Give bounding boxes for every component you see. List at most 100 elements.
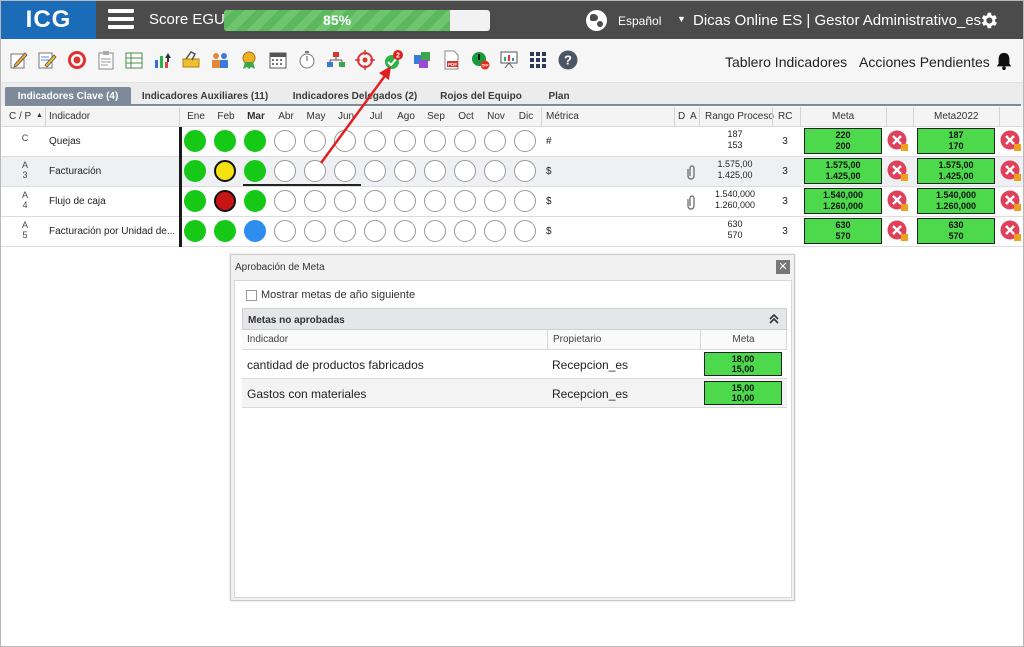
status-circle-mar[interactable] [244, 130, 266, 152]
col-meta[interactable]: Meta [701, 330, 787, 350]
status-circle-jun[interactable] [334, 130, 356, 152]
status-circle-sep[interactable] [424, 190, 446, 212]
puzzle-icon[interactable] [412, 50, 432, 70]
grid-icon[interactable] [528, 50, 548, 70]
caret-down-icon[interactable]: ▼ [677, 14, 686, 24]
status-circle-nov[interactable] [484, 220, 506, 242]
col-meta[interactable]: Meta [832, 111, 854, 122]
status-circle-dic[interactable] [514, 130, 536, 152]
help-icon[interactable]: ? [558, 50, 578, 70]
col-month-jun[interactable]: Jun [334, 111, 358, 122]
reject-icon[interactable] [887, 220, 909, 242]
logo[interactable]: ICG [1, 1, 96, 39]
award-icon[interactable] [239, 50, 259, 70]
status-circle-mar[interactable] [244, 190, 266, 212]
clip-tool-icon[interactable] [181, 50, 201, 70]
metas-no-aprobadas-panel-header[interactable]: Metas no aprobadas [242, 308, 787, 330]
reject-icon[interactable] [887, 190, 909, 212]
col-month-dic[interactable]: Dic [514, 111, 538, 122]
meta-value[interactable]: 220 200 [804, 128, 882, 154]
status-circle-ene[interactable] [184, 220, 206, 242]
gear-icon[interactable] [978, 10, 999, 31]
status-circle-may[interactable] [304, 130, 326, 152]
status-circle-feb[interactable] [214, 130, 236, 152]
crosshair-icon[interactable] [355, 50, 375, 70]
meta-value[interactable]: 18,00 15,00 [704, 352, 782, 376]
paperclip-icon[interactable] [687, 194, 697, 210]
col-d[interactable]: D [678, 111, 685, 122]
col-a[interactable]: A [690, 111, 697, 122]
col-month-jul[interactable]: Jul [364, 111, 388, 122]
status-circle-feb[interactable] [214, 160, 236, 182]
sort-asc-icon[interactable]: ▲ [36, 112, 43, 119]
status-circle-sep[interactable] [424, 160, 446, 182]
edit-list-icon[interactable] [37, 50, 57, 70]
table-row[interactable]: cantidad de productos fabricados Recepci… [242, 350, 787, 379]
status-circle-nov[interactable] [484, 130, 506, 152]
menu-icon[interactable] [108, 9, 134, 31]
status-circle-jul[interactable] [364, 130, 386, 152]
col-month-nov[interactable]: Nov [484, 111, 508, 122]
col-month-may[interactable]: May [304, 111, 328, 122]
col-propietario[interactable]: Propietario [548, 330, 701, 350]
status-circle-feb[interactable] [214, 220, 236, 242]
meta-value[interactable]: 630 570 [804, 218, 882, 244]
bell-icon[interactable] [995, 52, 1013, 70]
status-circle-jul[interactable] [364, 220, 386, 242]
user-info[interactable]: Dicas Online ES | Gestor Administrativo_… [693, 12, 981, 29]
meta-value[interactable]: 1.540,000 1.260,000 [804, 188, 882, 214]
reject-icon[interactable] [1000, 190, 1022, 212]
tablero-indicadores-link[interactable]: Tablero Indicadores [725, 54, 847, 70]
team-icon[interactable] [210, 50, 230, 70]
meta2022-value[interactable]: 1.575,00 1.425,00 [917, 158, 995, 184]
status-circle-mar[interactable] [244, 160, 266, 182]
status-circle-jul[interactable] [364, 190, 386, 212]
table-row[interactable]: C Quejas #187 153 3 220 200 187 170 [1, 127, 1023, 157]
meta2022-value[interactable]: 630 570 [917, 218, 995, 244]
status-circle-mar[interactable] [244, 220, 266, 242]
status-circle-jun[interactable] [334, 220, 356, 242]
status-circle-feb[interactable] [214, 190, 236, 212]
status-circle-sep[interactable] [424, 220, 446, 242]
col-month-ene[interactable]: Ene [184, 111, 208, 122]
off-icon[interactable]: OFF [470, 50, 490, 70]
status-circle-dic[interactable] [514, 160, 536, 182]
status-circle-dic[interactable] [514, 220, 536, 242]
col-metrica[interactable]: Métrica [546, 111, 579, 122]
table-row[interactable]: A 5 Facturación por Unidad de... $630 570 3 63… [1, 217, 1023, 247]
status-circle-jul[interactable] [364, 160, 386, 182]
next-year-checkbox-label[interactable]: Mostrar metas de año siguiente [261, 289, 415, 301]
timer-icon[interactable] [297, 50, 317, 70]
col-month-mar[interactable]: Mar [244, 111, 268, 122]
presentation-icon[interactable] [499, 50, 519, 70]
col-cp[interactable]: C / P [9, 111, 31, 122]
reject-icon[interactable] [1000, 160, 1022, 182]
status-circle-abr[interactable] [274, 190, 296, 212]
meta-value[interactable]: 15,00 10,00 [704, 381, 782, 405]
status-circle-ago[interactable] [394, 130, 416, 152]
col-month-oct[interactable]: Oct [454, 111, 478, 122]
hierarchy-icon[interactable] [326, 50, 346, 70]
reject-icon[interactable] [887, 160, 909, 182]
table-row[interactable]: A 3 Facturación $1.575,00 1.425,00 3 1.575,00 1… [1, 157, 1023, 187]
edit-icon[interactable] [9, 50, 29, 70]
status-circle-dic[interactable] [514, 190, 536, 212]
chart-icon[interactable] [153, 50, 173, 70]
pdf-icon[interactable]: PDF [441, 50, 461, 70]
col-month-sep[interactable]: Sep [424, 111, 448, 122]
globe-icon[interactable] [586, 10, 607, 31]
reject-icon[interactable] [1000, 130, 1022, 152]
language-select[interactable]: Español [618, 14, 661, 28]
status-circle-sep[interactable] [424, 130, 446, 152]
status-circle-jun[interactable] [334, 160, 356, 182]
status-circle-abr[interactable] [274, 220, 296, 242]
status-circle-may[interactable] [304, 190, 326, 212]
status-circle-oct[interactable] [454, 220, 476, 242]
status-circle-ago[interactable] [394, 190, 416, 212]
table-row[interactable]: Gastos con materiales Recepcion_es 15,00… [242, 379, 787, 408]
close-icon[interactable]: ✕ [776, 260, 790, 274]
status-circle-ene[interactable] [184, 160, 206, 182]
list-icon[interactable] [124, 50, 144, 70]
meta2022-value[interactable]: 1.540,000 1.260,000 [917, 188, 995, 214]
col-rango-proceso[interactable]: Rango Proceso [705, 111, 774, 122]
